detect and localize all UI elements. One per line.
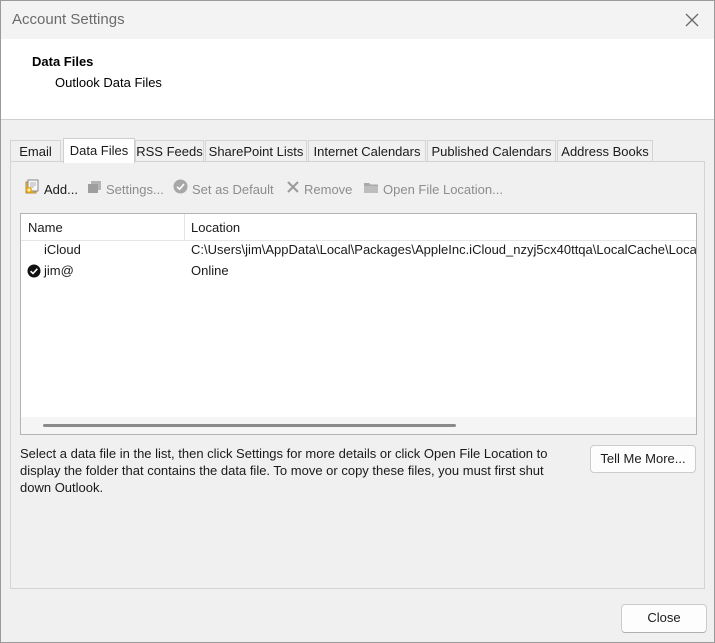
open-file-location-button[interactable]: Open File Location...	[363, 179, 503, 201]
remove-x-icon	[286, 179, 300, 201]
data-file-location: C:\Users\jim\AppData\Local\Packages\Appl…	[191, 242, 697, 257]
close-button[interactable]: Close	[621, 604, 707, 633]
list-item[interactable]: iCloud C:\Users\jim\AppData\Local\Packag…	[21, 240, 696, 261]
settings-button-label: Settings...	[106, 182, 164, 197]
add-button-label: Add...	[44, 182, 78, 197]
data-file-location: Online	[191, 263, 229, 278]
data-files-list[interactable]: Name Location iCloud C:\Users\jim\AppDat…	[20, 213, 697, 435]
header-panel: Data Files Outlook Data Files	[1, 39, 714, 120]
tab-internet-calendars[interactable]: Internet Calendars	[308, 140, 426, 162]
header-subtitle: Outlook Data Files	[55, 75, 162, 90]
check-circle-icon	[173, 179, 188, 201]
settings-icon	[87, 179, 102, 201]
tab-rss-feeds[interactable]: RSS Feeds	[135, 140, 204, 162]
column-header-location[interactable]: Location	[191, 220, 240, 235]
tab-address-books[interactable]: Address Books	[557, 140, 653, 162]
account-settings-dialog: Account Settings Data Files Outlook Data…	[0, 0, 715, 643]
column-header-name[interactable]: Name	[28, 220, 63, 235]
tell-me-more-button[interactable]: Tell Me More...	[590, 445, 696, 473]
horizontal-scrollbar[interactable]	[21, 417, 696, 434]
help-text: Select a data file in the list, then cli…	[20, 446, 548, 495]
data-file-name: jim@	[44, 263, 74, 278]
close-window-button[interactable]	[680, 9, 704, 31]
column-divider	[184, 214, 185, 241]
data-files-panel: Add... Settings... Set as Default Remove…	[10, 161, 705, 589]
close-icon	[685, 13, 699, 27]
default-check-icon	[27, 264, 41, 281]
header-title: Data Files	[32, 54, 94, 69]
open-file-location-label: Open File Location...	[383, 182, 503, 197]
tab-published-calendars[interactable]: Published Calendars	[427, 140, 556, 162]
add-button[interactable]: Add...	[25, 179, 78, 201]
tab-data-files[interactable]: Data Files	[63, 138, 135, 163]
scrollbar-thumb[interactable]	[43, 424, 456, 427]
remove-button[interactable]: Remove	[286, 179, 352, 201]
tab-sharepoint-lists[interactable]: SharePoint Lists	[205, 140, 307, 162]
tab-strip: Email Data Files RSS Feeds SharePoint Li…	[10, 138, 700, 163]
window-title: Account Settings	[12, 11, 125, 28]
list-header: Name Location	[21, 214, 696, 241]
title-bar: Account Settings	[1, 1, 714, 39]
data-file-name: iCloud	[44, 242, 81, 257]
tab-email[interactable]: Email	[10, 140, 61, 162]
add-file-icon	[25, 179, 40, 201]
set-as-default-label: Set as Default	[192, 182, 274, 197]
data-files-toolbar: Add... Settings... Set as Default Remove…	[21, 179, 681, 201]
folder-icon	[363, 179, 379, 201]
settings-button[interactable]: Settings...	[87, 179, 164, 201]
list-item[interactable]: jim@ Online	[21, 261, 696, 282]
remove-button-label: Remove	[304, 182, 353, 197]
set-as-default-button[interactable]: Set as Default	[173, 179, 274, 201]
